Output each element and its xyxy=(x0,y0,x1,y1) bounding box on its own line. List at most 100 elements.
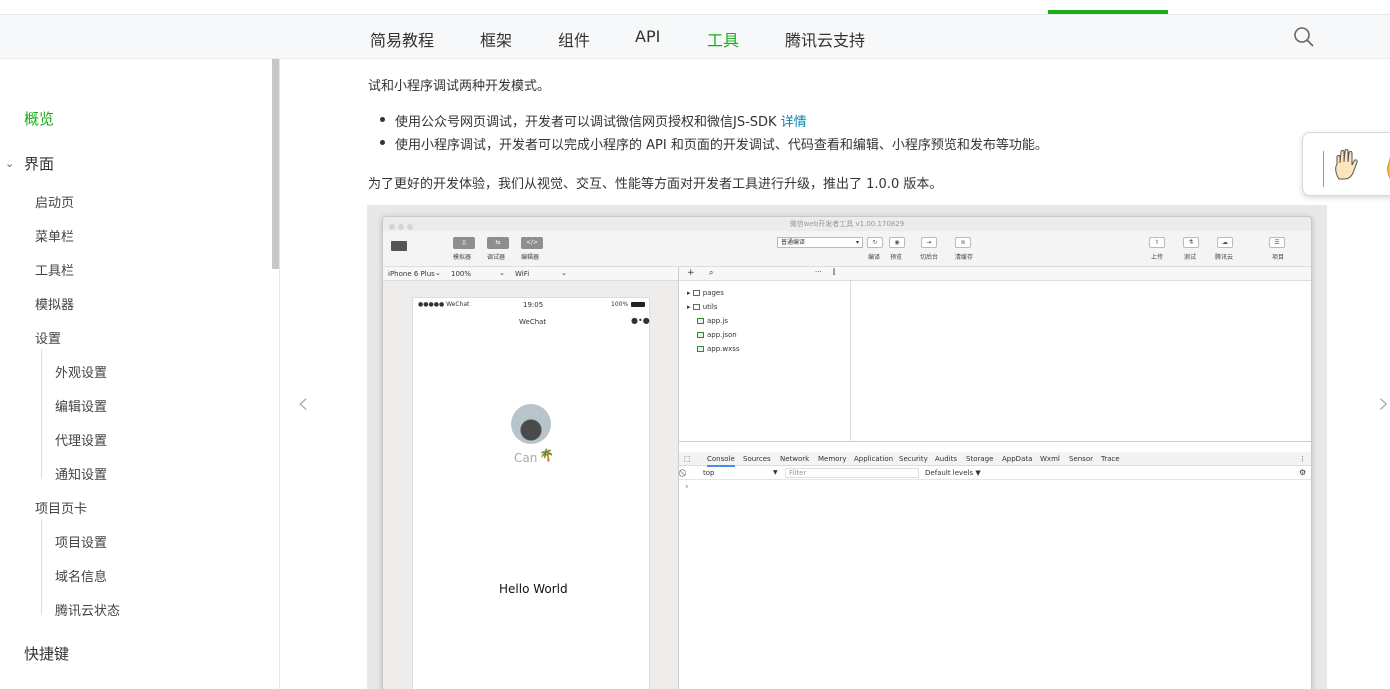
file-name: app.js xyxy=(707,317,728,325)
sidebar-item-cloud-status[interactable]: 腾讯云状态 xyxy=(55,600,120,619)
sidebar-item-project-tab[interactable]: 项目页卡 xyxy=(35,498,87,517)
editor-icon: </> xyxy=(521,237,543,249)
floating-hand-widget[interactable] xyxy=(1302,132,1390,196)
sidebar-item-appearance[interactable]: 外观设置 xyxy=(55,362,107,381)
chevron-down-icon[interactable]: ⌄ xyxy=(5,157,14,170)
bullet xyxy=(380,117,385,122)
file-name: pages xyxy=(702,289,724,297)
folder-icon xyxy=(692,290,700,296)
sidebar-item-menubar[interactable]: 菜单栏 xyxy=(35,226,74,245)
tab-trace: Trace xyxy=(1101,455,1120,463)
chevron-left-icon[interactable]: ‹ xyxy=(297,386,309,421)
devtools-window: 微信web开发者工具 v1.00.170829 ▯ 模拟器 ⇆ 调试器 </> … xyxy=(382,216,1312,689)
context-select: top xyxy=(703,469,715,477)
chevron-down-icon: ⌄ xyxy=(499,269,505,277)
file-name: app.json xyxy=(707,331,737,339)
nav-components[interactable]: 组件 xyxy=(558,27,590,51)
simulator-area: ●●●●● WeChat 19:05 100% WeChat ●•● Can 🌴… xyxy=(383,281,679,689)
refresh-icon: ↻ xyxy=(867,237,883,248)
widget-divider xyxy=(1323,151,1324,187)
project-label: 项目 xyxy=(1272,254,1285,261)
sidebar-item-simulator[interactable]: 模拟器 xyxy=(35,294,74,313)
hello-text: Hello World xyxy=(499,582,568,596)
file-tree-item: app.json xyxy=(697,331,737,339)
sidebar-item-toolbar[interactable]: 工具栏 xyxy=(35,260,74,279)
sidebar-item-project-settings[interactable]: 项目设置 xyxy=(55,532,107,551)
active-indicator xyxy=(1048,10,1168,14)
tab-audits: Audits xyxy=(935,455,958,463)
avatar xyxy=(391,241,407,251)
tree-line xyxy=(41,519,42,615)
details-link[interactable]: 详情 xyxy=(781,115,807,130)
device-select: iPhone 6 Plus xyxy=(388,270,435,278)
cloud-icon: ☁ xyxy=(1217,237,1233,248)
file-tree-item: app.js xyxy=(697,317,728,325)
file-tree-item: app.wxss xyxy=(697,345,740,353)
sidebar-item-settings[interactable]: 设置 xyxy=(35,328,61,347)
hand-icon xyxy=(1387,156,1390,180)
sidebar-scrollbar[interactable] xyxy=(272,59,279,269)
devtools-screenshot: 微信web开发者工具 v1.00.170829 ▯ 模拟器 ⇆ 调试器 </> … xyxy=(367,205,1327,689)
compile-mode-select: 普通编译 ▾ xyxy=(777,237,863,248)
tencent-cloud-label: 腾讯云 xyxy=(1215,254,1234,261)
list-item-webpage-debug: 使用公众号网页调试，开发者可以调试微信网页授权和微信JS-SDK 详情 xyxy=(395,111,807,130)
console-tabs: ⬚ Console Sources Network Memory Applica… xyxy=(679,452,1311,467)
sidebar-item-editor-settings[interactable]: 编辑设置 xyxy=(55,396,107,415)
window-titlebar: 微信web开发者工具 v1.00.170829 xyxy=(383,217,1311,231)
console-prompt: › xyxy=(685,482,689,492)
tree-line xyxy=(41,349,42,479)
background-label: 切后台 xyxy=(920,254,939,261)
json-file-icon xyxy=(697,332,704,338)
preview-label: 预览 xyxy=(890,254,903,261)
ellipsis-icon: ··· xyxy=(815,268,822,276)
nav-api[interactable]: API xyxy=(635,27,660,46)
top-nav: 简易教程 框架 组件 API 工具 腾讯云支持 xyxy=(0,10,1390,59)
search-icon: ⌕ xyxy=(709,268,714,277)
console-filter-bar: ⃠ top ▼ Filter Default levels ▼ ⚙ xyxy=(679,467,1311,480)
folder-icon xyxy=(692,304,700,310)
debugger-button-label: 调试器 xyxy=(487,254,506,261)
upload-icon: ⇧ xyxy=(1149,237,1165,248)
tab-network: Network xyxy=(780,455,810,463)
clear-cache-label: 清缓存 xyxy=(955,254,974,261)
editor-button-label: 编辑器 xyxy=(521,254,540,261)
phone-screen: ●●●●● WeChat 19:05 100% WeChat ●•● Can 🌴… xyxy=(412,297,650,689)
compile-mode-value: 普通编译 xyxy=(781,239,806,246)
menu-icon: ☰ xyxy=(1269,237,1285,248)
search-icon[interactable] xyxy=(1292,25,1316,49)
simulator-options-bar: iPhone 6 Plus ⌄ 100% ⌄ WiFi ⌄ xyxy=(383,267,679,281)
js-file-icon xyxy=(697,318,704,324)
sidebar-item-notification[interactable]: 通知设置 xyxy=(55,464,107,483)
sidebar-item-shortcuts[interactable]: 快捷键 xyxy=(24,643,69,664)
nav-framework[interactable]: 框架 xyxy=(480,27,512,51)
tab-storage: Storage xyxy=(966,455,994,463)
phone-title: WeChat xyxy=(519,318,547,326)
caret-down-icon: ▼ xyxy=(773,469,778,476)
wxss-file-icon xyxy=(697,346,704,352)
devtools-toolbar: ▯ 模拟器 ⇆ 调试器 </> 编辑器 普通编译 ▾ ↻ ◉ ⇥ ≋ 编译 预览 … xyxy=(383,231,1311,267)
upload-label: 上传 xyxy=(1151,254,1164,261)
file-tree-header: + ⌕ ··· ⫿ xyxy=(679,267,1311,281)
sidebar-item-domain-info[interactable]: 域名信息 xyxy=(55,566,107,585)
paragraph-upgrade: 为了更好的开发体验，我们从视觉、交互、性能等方面对开发者工具进行升级，推出了 1… xyxy=(368,177,943,192)
test-icon: ⚗ xyxy=(1183,237,1199,248)
file-tree-item: ▸ pages xyxy=(687,289,724,297)
console-filter-input: Filter xyxy=(785,468,919,478)
nav-tools[interactable]: 工具 xyxy=(707,27,739,51)
chevron-right-icon[interactable]: › xyxy=(1378,386,1390,421)
file-tree-item: ▸ utils xyxy=(687,303,717,311)
nav-tencent-cloud[interactable]: 腾讯云支持 xyxy=(785,27,865,51)
hand-icon[interactable] xyxy=(1333,149,1359,181)
tab-memory: Memory xyxy=(818,455,847,463)
sidebar-item-proxy[interactable]: 代理设置 xyxy=(55,430,107,449)
zoom-select: 100% xyxy=(451,270,472,278)
nav-tutorial[interactable]: 简易教程 xyxy=(370,27,434,51)
avatar xyxy=(511,404,551,444)
collapse-icon: ⫿ xyxy=(833,268,836,276)
paragraph-modes: 试和小程序调试两种开发模式。 xyxy=(368,79,551,94)
sidebar-item-overview[interactable]: 概览 xyxy=(24,108,54,129)
chevron-down-icon: ⌄ xyxy=(435,269,441,277)
sidebar-item-ui[interactable]: 界面 xyxy=(24,153,54,174)
sidebar-item-startup[interactable]: 启动页 xyxy=(35,192,74,211)
background-icon: ⇥ xyxy=(921,237,937,248)
